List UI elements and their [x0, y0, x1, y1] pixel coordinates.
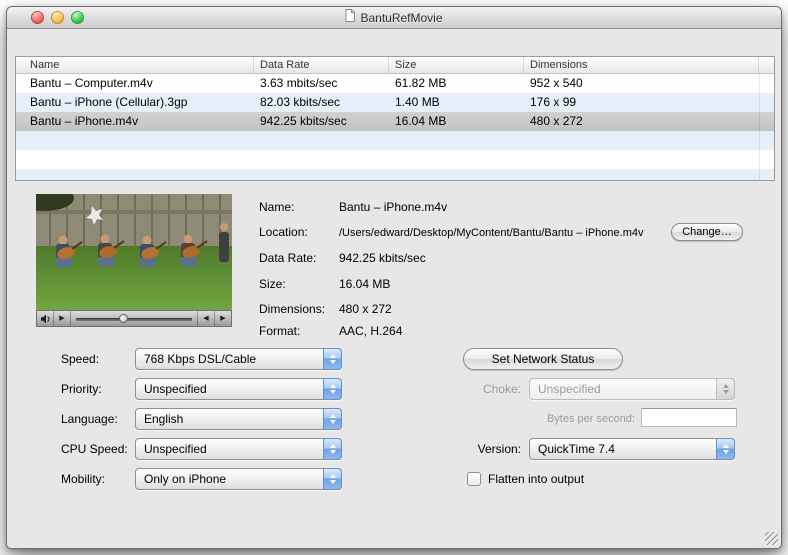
table-row-iphone-cellular[interactable]: Bantu – iPhone (Cellular).3gp 82.03 kbit…: [16, 93, 774, 112]
cell-name: Bantu – iPhone.m4v: [16, 112, 254, 131]
cell-name: Bantu – Computer.m4v: [16, 74, 254, 93]
column-header-blank: [759, 57, 774, 73]
popup-arrows-icon: [323, 348, 342, 370]
change-button[interactable]: Change…: [671, 223, 743, 241]
column-header-dimensions[interactable]: Dimensions: [524, 57, 759, 73]
step-back-button[interactable]: ◀: [198, 311, 214, 326]
detail-row-format: Format:AAC, H.264: [259, 324, 739, 340]
column-header-name[interactable]: Name: [16, 57, 254, 73]
table-row-computer[interactable]: Bantu – Computer.m4v 3.63 mbits/sec 61.8…: [16, 74, 774, 93]
detail-row-data-rate: Data Rate:942.25 kbits/sec: [259, 251, 739, 267]
cell-size: 16.04 MB: [389, 112, 524, 131]
play-button[interactable]: ▶: [54, 311, 70, 326]
flatten-checkbox-label: Flatten into output: [488, 470, 584, 488]
speed-popup[interactable]: 768 Kbps DSL/Cable: [135, 348, 342, 370]
popup-arrows-icon: [323, 438, 342, 460]
detail-row-name: Name:Bantu – iPhone.m4v: [259, 200, 739, 216]
size-value: 16.04 MB: [339, 277, 390, 291]
mobility-popup[interactable]: Only on iPhone: [135, 468, 342, 490]
table-header: Name Data Rate Size Dimensions: [16, 57, 774, 74]
cell-data-rate: 82.03 kbits/sec: [254, 93, 389, 112]
cell-dimensions: 952 x 540: [524, 74, 759, 93]
table-row-iphone-selected[interactable]: Bantu – iPhone.m4v 942.25 kbits/sec 16.0…: [16, 112, 774, 131]
window-title-text: BantuRefMovie: [360, 7, 442, 29]
document-proxy-icon: [345, 7, 355, 29]
column-header-size[interactable]: Size: [389, 57, 524, 73]
movie-controller: ▶ ◀ ▶: [36, 310, 232, 327]
priority-popup-value: Unspecified: [144, 382, 207, 396]
scrub-track[interactable]: [76, 318, 192, 321]
popup-arrows-icon: [716, 378, 735, 400]
format-value: AAC, H.264: [339, 324, 402, 338]
language-label: Language:: [61, 408, 118, 430]
dimensions-value: 480 x 272: [339, 302, 392, 316]
screen: BantuRefMovie Name Data Rate Size Dimens…: [0, 0, 788, 555]
popup-arrows-icon: [323, 468, 342, 490]
size-label: Size:: [259, 277, 339, 291]
bytes-per-second-label: Bytes per second:: [477, 410, 635, 428]
cell-data-rate: 942.25 kbits/sec: [254, 112, 389, 131]
detail-row-dimensions: Dimensions:480 x 272: [259, 302, 739, 318]
language-popup-value: English: [144, 412, 183, 426]
cell-data-rate: 3.63 mbits/sec: [254, 74, 389, 93]
data-rate-label: Data Rate:: [259, 251, 339, 265]
name-value: Bantu – iPhone.m4v: [339, 200, 447, 214]
resize-grip[interactable]: [765, 532, 778, 545]
format-label: Format:: [259, 324, 339, 338]
location-label: Location:: [259, 225, 339, 239]
choke-popup[interactable]: Unspecified: [529, 378, 735, 400]
cell-name: Bantu – iPhone (Cellular).3gp: [16, 93, 254, 112]
popup-arrows-icon: [323, 378, 342, 400]
cell-dimensions: 176 x 99: [524, 93, 759, 112]
speed-label: Speed:: [61, 348, 99, 370]
cell-size: 61.82 MB: [389, 74, 524, 93]
priority-popup[interactable]: Unspecified: [135, 378, 342, 400]
set-network-status-button[interactable]: Set Network Status: [463, 348, 623, 370]
window-title: BantuRefMovie: [7, 7, 781, 29]
volume-icon[interactable]: [37, 314, 53, 324]
dimensions-label: Dimensions:: [259, 302, 339, 316]
cell-dimensions: 480 x 272: [524, 112, 759, 131]
language-popup[interactable]: English: [135, 408, 342, 430]
detail-row-size: Size:16.04 MB: [259, 277, 739, 293]
cpu-speed-popup-value: Unspecified: [144, 442, 207, 456]
detail-row-location: Location:/Users/edward/Desktop/MyContent…: [259, 225, 739, 241]
version-popup-value: QuickTime 7.4: [538, 442, 615, 456]
choke-label: Choke:: [421, 378, 521, 400]
column-header-data-rate[interactable]: Data Rate: [254, 57, 389, 73]
video-preview: [36, 194, 232, 310]
window: BantuRefMovie Name Data Rate Size Dimens…: [6, 6, 782, 549]
flatten-checkbox[interactable]: [467, 472, 481, 486]
mobility-label: Mobility:: [61, 468, 105, 490]
table-body: Bantu – Computer.m4v 3.63 mbits/sec 61.8…: [16, 74, 774, 180]
step-forward-button[interactable]: ▶: [215, 311, 231, 326]
location-value: /Users/edward/Desktop/MyContent/Bantu/Ba…: [339, 227, 644, 239]
data-rate-value: 942.25 kbits/sec: [339, 251, 426, 265]
name-label: Name:: [259, 200, 339, 214]
bytes-per-second-field[interactable]: [641, 408, 737, 427]
version-label: Version:: [421, 438, 521, 460]
movie-table: Name Data Rate Size Dimensions Bantu – C…: [15, 56, 775, 181]
speed-popup-value: 768 Kbps DSL/Cable: [144, 352, 256, 366]
cpu-speed-popup[interactable]: Unspecified: [135, 438, 342, 460]
cell-size: 1.40 MB: [389, 93, 524, 112]
scrub-thumb[interactable]: [119, 314, 128, 323]
priority-label: Priority:: [61, 378, 102, 400]
mobility-popup-value: Only on iPhone: [144, 472, 226, 486]
choke-popup-value: Unspecified: [538, 382, 601, 396]
version-popup[interactable]: QuickTime 7.4: [529, 438, 735, 460]
popup-arrows-icon: [323, 408, 342, 430]
scrub-slider[interactable]: [71, 311, 197, 326]
cpu-speed-label: CPU Speed:: [61, 438, 128, 460]
popup-arrows-icon: [716, 438, 735, 460]
vertical-scrollbar-track[interactable]: [759, 74, 760, 180]
titlebar[interactable]: BantuRefMovie: [7, 7, 781, 29]
